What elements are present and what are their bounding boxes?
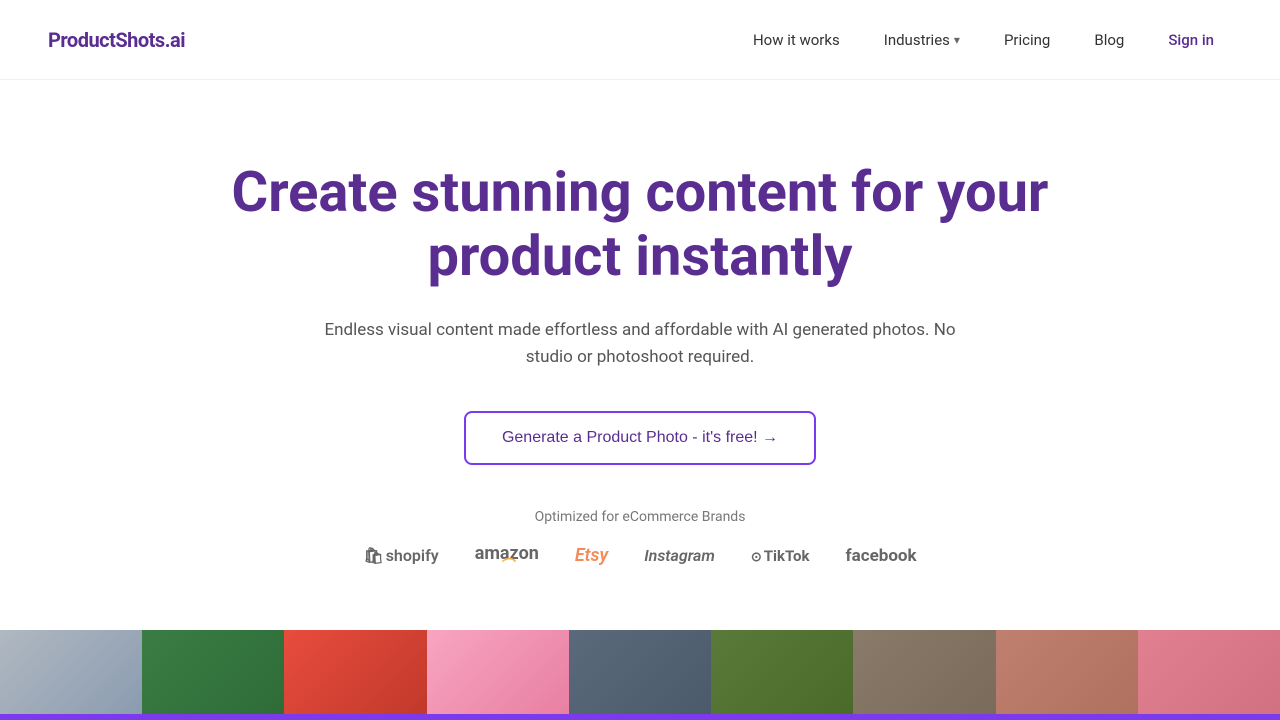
brand-instagram: Instagram: [644, 546, 715, 565]
brands-logos: 🛍shopify amazon⌒ Etsy Instagram ⊙TikTok …: [363, 543, 916, 568]
nav-link-industries[interactable]: Industries ▾: [866, 23, 978, 57]
nav-link-how-it-works[interactable]: How it works: [735, 23, 858, 57]
strip-overlay-1: [142, 714, 284, 720]
brand-shopify: 🛍shopify: [363, 546, 438, 565]
tiktok-icon: ⊙: [751, 550, 762, 565]
brands-label: Optimized for eCommerce Brands: [535, 509, 746, 525]
strip-item-8: [1138, 630, 1280, 720]
strip-overlay-8: [1138, 714, 1280, 720]
strip-overlay-5: [711, 714, 853, 720]
strip-overlay-4: [569, 714, 711, 720]
brand-etsy: Etsy: [575, 545, 608, 566]
nav-link-blog[interactable]: Blog: [1076, 23, 1142, 57]
cta-generate-button[interactable]: Generate a Product Photo - it's free! →: [464, 411, 816, 465]
hero-title: Create stunning content for your product…: [210, 160, 1070, 289]
strip-item-4: [569, 630, 711, 720]
strip-overlay-2: [284, 714, 426, 720]
strip-item-6: [853, 630, 995, 720]
nav-links: How it works Industries ▾ Pricing Blog S…: [735, 23, 1232, 57]
hero-subtitle: Endless visual content made effortless a…: [300, 317, 980, 371]
signin-link[interactable]: Sign in: [1150, 23, 1232, 57]
strip-overlay-7: [996, 714, 1138, 720]
strip-item-3: [427, 630, 569, 720]
strip-item-5: [711, 630, 853, 720]
image-strip: [0, 630, 1280, 720]
strip-overlay-3: [427, 714, 569, 720]
navbar: ProductShots.ai How it works Industries …: [0, 0, 1280, 80]
logo[interactable]: ProductShots.ai: [48, 28, 185, 52]
brand-amazon: amazon⌒: [475, 543, 539, 568]
nav-link-pricing[interactable]: Pricing: [986, 23, 1068, 57]
hero-section: Create stunning content for your product…: [0, 80, 1280, 630]
strip-overlay-0: [0, 714, 142, 720]
brand-tiktok: ⊙TikTok: [751, 547, 810, 565]
strip-item-0: [0, 630, 142, 720]
strip-item-7: [996, 630, 1138, 720]
brand-facebook: facebook: [846, 546, 917, 566]
brands-section: Optimized for eCommerce Brands 🛍shopify …: [363, 509, 916, 568]
chevron-down-icon: ▾: [954, 33, 960, 47]
strip-item-2: [284, 630, 426, 720]
strip-item-1: [142, 630, 284, 720]
strip-overlay-6: [853, 714, 995, 720]
shopify-bag-icon: 🛍: [363, 546, 383, 565]
